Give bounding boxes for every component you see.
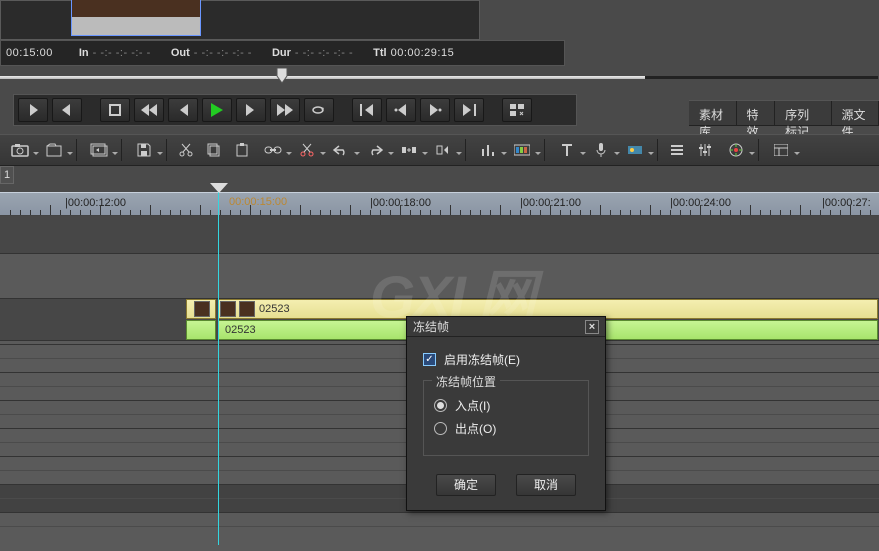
razor-icon[interactable] (291, 138, 323, 162)
playhead[interactable] (218, 185, 219, 545)
new-sequence-icon[interactable] (83, 138, 115, 162)
playhead-timecode: 00:00:15:00 (229, 196, 287, 208)
ttl-timecode[interactable]: 00:00:29:15 (391, 47, 455, 59)
radio-in-label: 入点(I) (455, 397, 490, 414)
enable-freeze-label: 启用冻结帧(E) (444, 351, 520, 368)
capture-icon[interactable] (4, 138, 36, 162)
timecode-row: 00:15:00 In - -:- -:- -:- - Out - -:- -:… (0, 40, 565, 66)
ttl-label: Ttl (373, 47, 386, 59)
dur-timecode[interactable]: - -:- -:- -:- - (295, 47, 353, 59)
track-v2[interactable] (0, 216, 879, 254)
ruler-label: |00:00:12:00 (65, 197, 126, 209)
radio-unselected-icon (434, 422, 447, 435)
in-label: In (79, 47, 89, 59)
in-timecode[interactable]: - -:- -:- -:- - (93, 47, 151, 59)
timeline-settings-icon[interactable] (664, 138, 690, 162)
layout-icon[interactable] (765, 138, 797, 162)
mixer-sliders-icon[interactable] (692, 138, 718, 162)
set-out-icon[interactable] (52, 98, 82, 122)
timeline-toolbar (0, 134, 879, 166)
transport-more-icon[interactable] (502, 98, 532, 122)
voiceover-icon[interactable] (585, 138, 617, 162)
audio-mixer-icon[interactable] (472, 138, 504, 162)
dur-label: Dur (272, 47, 291, 59)
ripple-delete-icon[interactable] (393, 138, 425, 162)
tab-markers[interactable]: 序列标记 (775, 101, 831, 125)
seek-thumb[interactable] (275, 68, 289, 84)
fast-forward-icon[interactable] (270, 98, 300, 122)
ok-button[interactable]: 确定 (436, 474, 496, 496)
timeline-ruler[interactable]: |00:00:12:00 |00:00:18:00 |00:00:21:00 |… (0, 192, 879, 216)
radio-out-point[interactable]: 出点(O) (434, 420, 578, 437)
undo-icon[interactable] (325, 138, 357, 162)
tab-source[interactable]: 源文件 (832, 101, 879, 125)
next-marker-icon[interactable] (420, 98, 450, 122)
radio-in-point[interactable]: 入点(I) (434, 397, 578, 414)
right-panel-tabs: 素材库 特效 序列标记 源文件 (689, 100, 879, 126)
radio-out-label: 出点(O) (455, 420, 496, 437)
sequence-tab[interactable]: 1 (0, 166, 14, 184)
set-in-icon[interactable] (18, 98, 48, 122)
group-label: 冻结帧位置 (432, 373, 500, 390)
prev-marker-icon[interactable] (386, 98, 416, 122)
tab-effects[interactable]: 特效 (737, 101, 776, 125)
stop-icon[interactable] (100, 98, 130, 122)
out-label: Out (171, 47, 190, 59)
prev-edit-icon[interactable] (352, 98, 382, 122)
trim-icon[interactable] (427, 138, 459, 162)
radio-selected-icon (434, 399, 447, 412)
dialog-titlebar[interactable]: 冻结帧 × (407, 317, 605, 337)
video-clip-prev[interactable] (186, 299, 216, 319)
track-row[interactable] (0, 512, 879, 540)
title-icon[interactable] (551, 138, 583, 162)
checkbox-checked-icon: ✓ (423, 353, 436, 366)
preview-thumbnail (71, 0, 201, 36)
ruler-label: |00:00:27: (822, 197, 871, 209)
transport-controls (13, 94, 577, 126)
effects-icon[interactable] (619, 138, 651, 162)
next-edit-icon[interactable] (454, 98, 484, 122)
tab-library[interactable]: 素材库 (689, 101, 737, 125)
audio-clip-prev[interactable] (186, 320, 216, 340)
rewind-icon[interactable] (134, 98, 164, 122)
current-timecode[interactable]: 00:15:00 (6, 47, 53, 59)
cancel-button[interactable]: 取消 (516, 474, 576, 496)
dialog-title: 冻结帧 (413, 318, 449, 335)
color-correction-icon[interactable] (506, 138, 538, 162)
play-icon[interactable] (202, 98, 232, 122)
preview-panel (0, 0, 480, 40)
step-back-icon[interactable] (168, 98, 198, 122)
paste-icon[interactable] (229, 138, 255, 162)
out-timecode[interactable]: - -:- -:- -:- - (194, 47, 252, 59)
save-icon[interactable] (128, 138, 160, 162)
freeze-position-group: 冻结帧位置 入点(I) 出点(O) (423, 380, 589, 456)
close-icon[interactable]: × (585, 320, 599, 334)
redo-icon[interactable] (359, 138, 391, 162)
video-clip-label: 02523 (259, 303, 290, 315)
link-icon[interactable] (257, 138, 289, 162)
copy-icon[interactable] (201, 138, 227, 162)
freeze-frame-dialog: 冻结帧 × ✓ 启用冻结帧(E) 冻结帧位置 入点(I) 出点(O) 确定 取消 (406, 316, 606, 511)
step-forward-icon[interactable] (236, 98, 266, 122)
enable-freeze-checkbox[interactable]: ✓ 启用冻结帧(E) (423, 351, 589, 368)
loop-icon[interactable] (304, 98, 334, 122)
scopes-icon[interactable] (720, 138, 752, 162)
seek-bar[interactable] (0, 66, 878, 88)
track-v1[interactable] (0, 254, 879, 299)
cut-icon[interactable] (173, 138, 199, 162)
audio-clip-label: 02523 (225, 324, 256, 336)
new-bin-icon[interactable] (38, 138, 70, 162)
